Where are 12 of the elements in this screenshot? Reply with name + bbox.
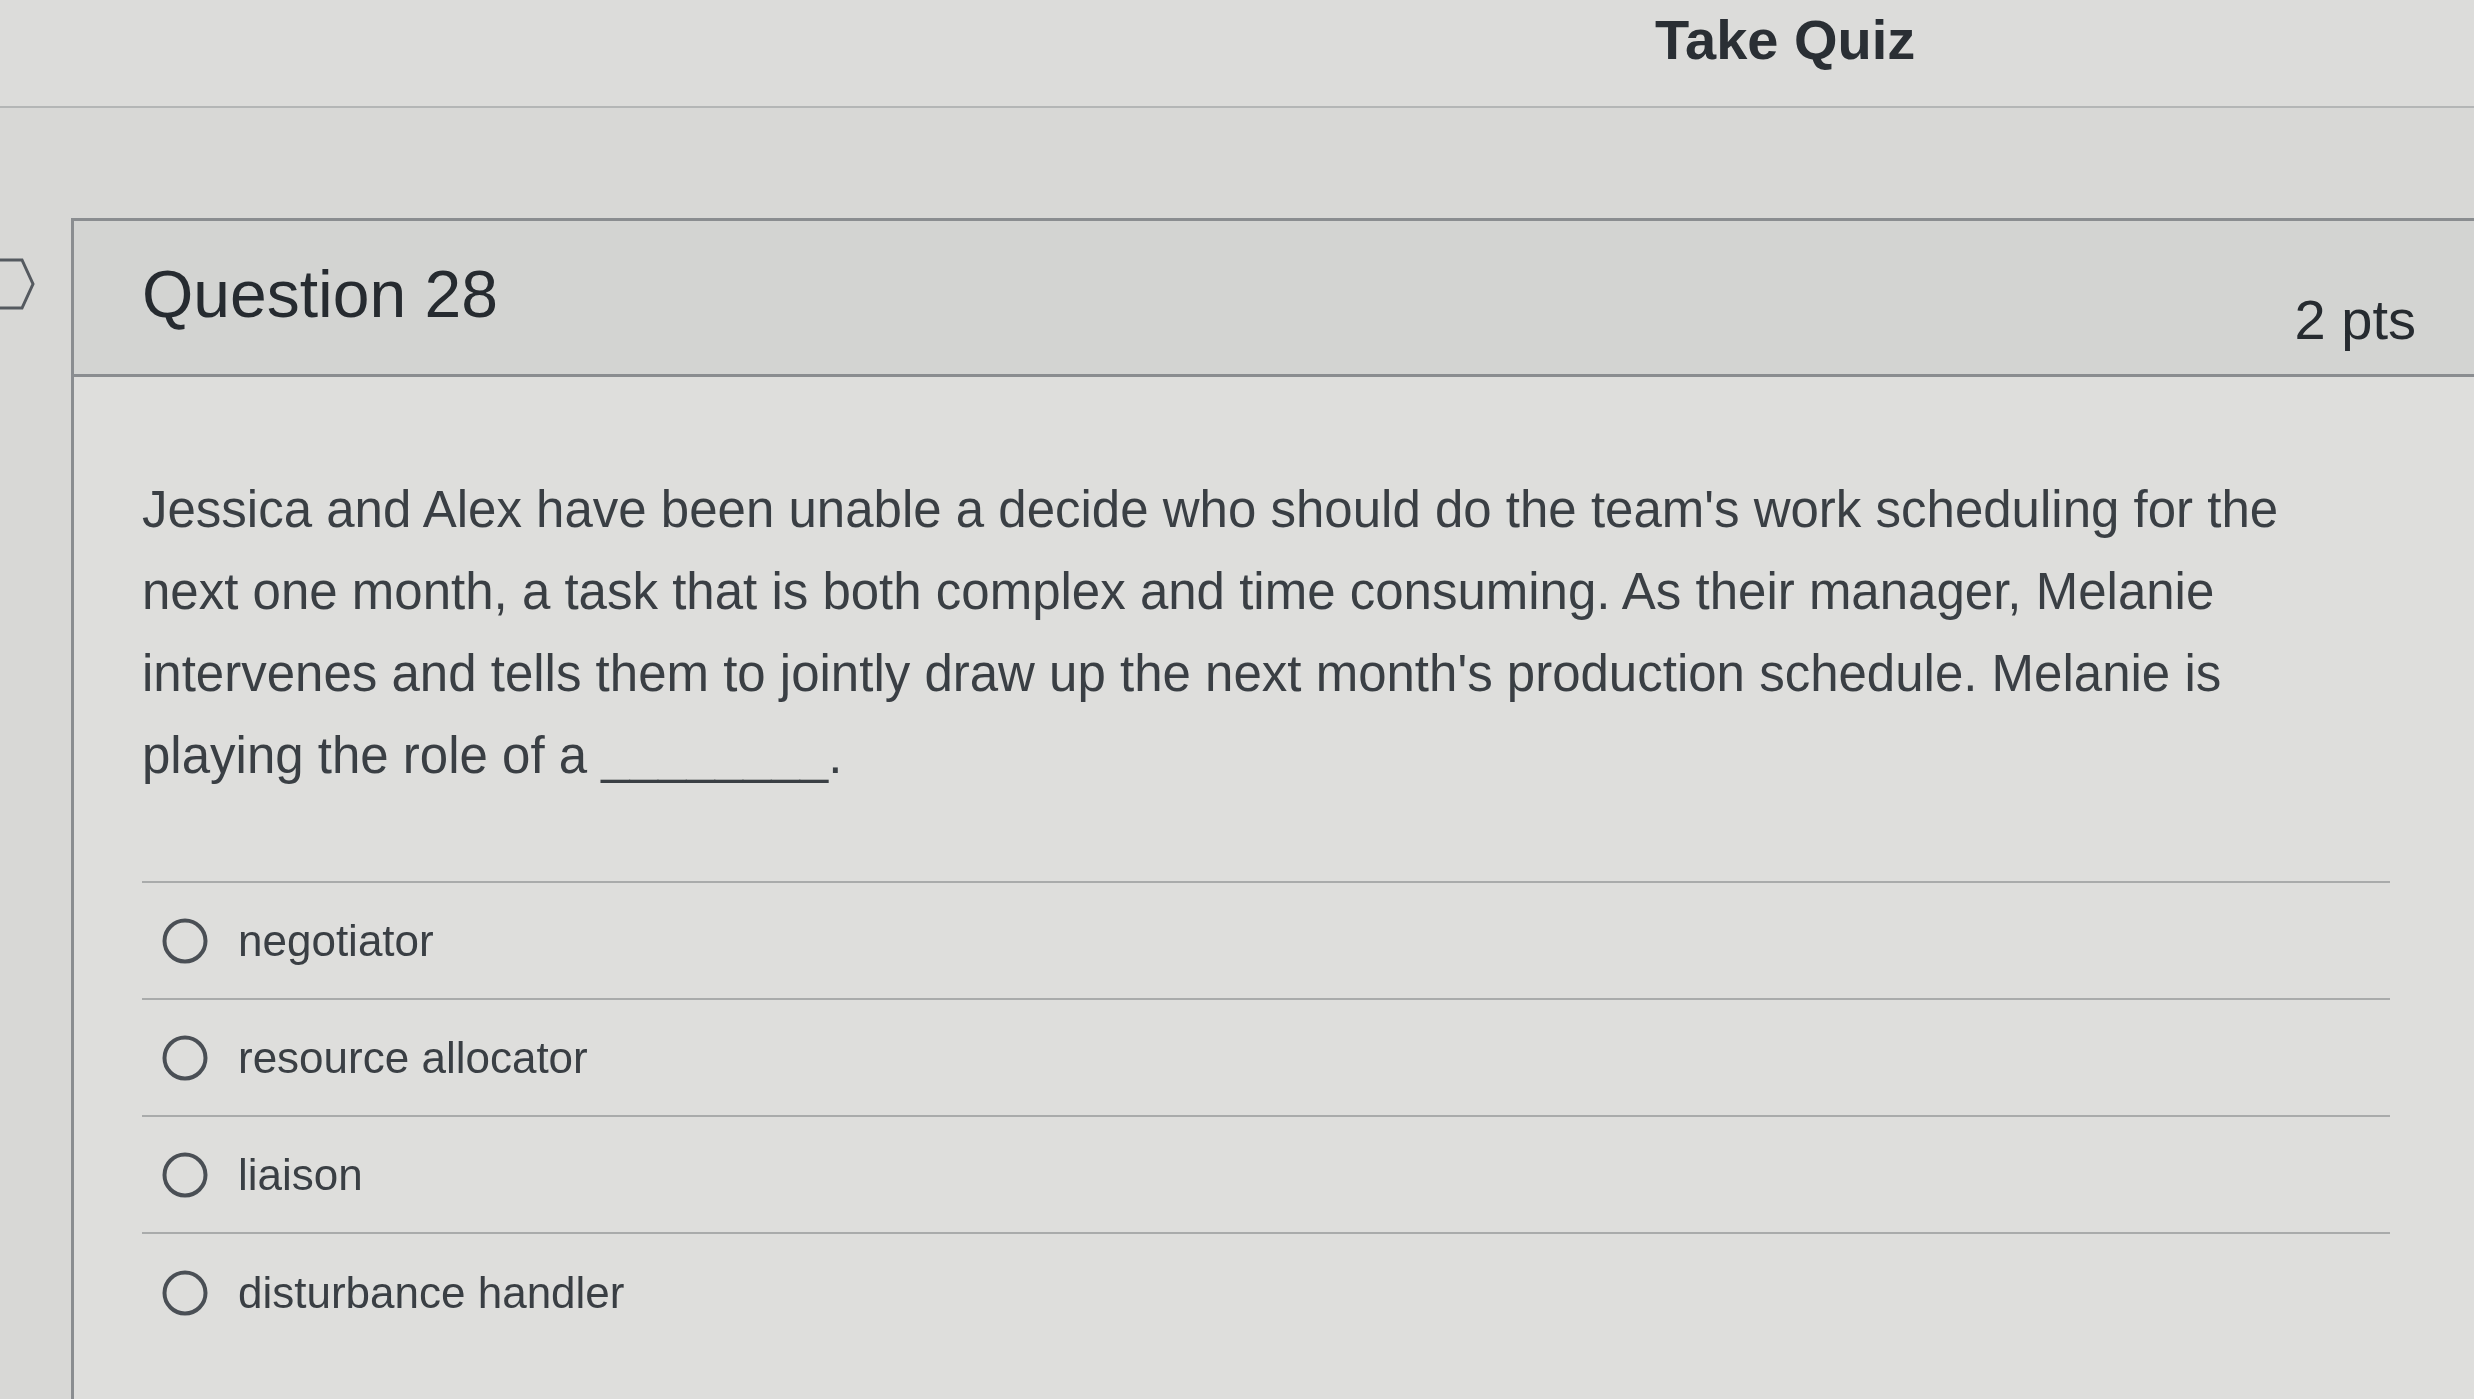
radio-button-icon[interactable] — [162, 1151, 208, 1198]
radio-button-icon[interactable] — [162, 1034, 208, 1081]
radio-button-icon[interactable] — [162, 1269, 208, 1316]
page-title: Take Quiz — [1655, 8, 1916, 72]
question-title: Question 28 — [142, 255, 498, 332]
answer-option[interactable]: negotiator — [142, 883, 2390, 1000]
question-text: Jessica and Alex have been unable a decide who should do the team's work scheduling for the next one month, a task that is both complex and time consuming. As their manager, Melanie intervenes and tells them to jointly draw up the next month's production schedule. Melanie is playing the role of a ________. — [142, 480, 2280, 786]
answer-option[interactable]: resource allocator — [142, 1000, 2390, 1117]
question-points: 2 pts — [2294, 287, 2416, 352]
answer-option[interactable]: liaison — [142, 1117, 2390, 1234]
radio-button-icon[interactable] — [162, 917, 208, 964]
answer-option[interactable]: disturbance handler — [142, 1234, 2390, 1351]
